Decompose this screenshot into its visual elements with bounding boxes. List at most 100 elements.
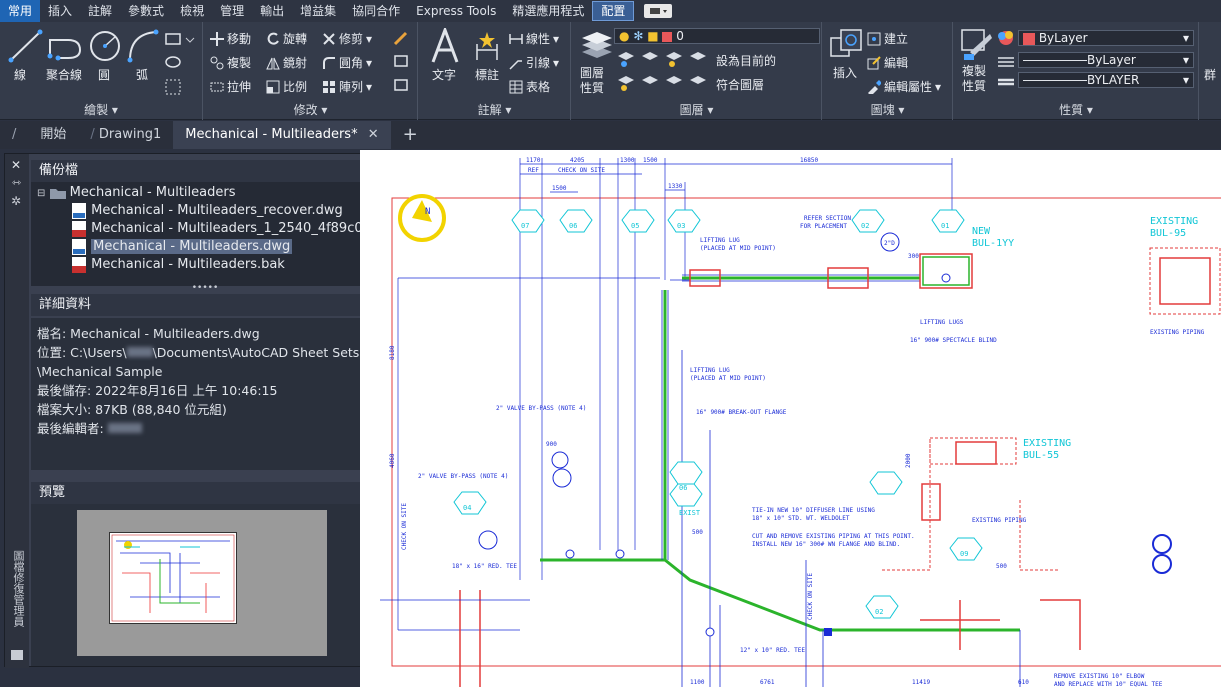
menu-annotate[interactable]: 註解 bbox=[80, 0, 120, 22]
note-red-tee1: 18" x 16" RED. TEE bbox=[452, 563, 517, 570]
dim-11419: 11419 bbox=[912, 679, 930, 686]
table-button[interactable]: 表格 bbox=[509, 78, 550, 95]
color-dropdown[interactable]: ByLayer ▾ bbox=[1018, 30, 1194, 46]
dim-1300: 1300 bbox=[620, 157, 635, 164]
tab-mechanical-multileaders[interactable]: Mechanical - Multileaders* ✕ bbox=[173, 121, 391, 149]
line-button[interactable]: 線 bbox=[14, 66, 26, 83]
dwg-file-icon bbox=[72, 202, 86, 219]
insert-block-button[interactable]: 插入 bbox=[833, 64, 857, 81]
tree-file-row[interactable]: Mechanical - Multileaders_recover.dwg bbox=[31, 202, 379, 220]
layers-panel-title[interactable]: 圖層 ▾ bbox=[572, 101, 821, 118]
menu-view[interactable]: 檢視 bbox=[172, 0, 212, 22]
menu-express-tools[interactable]: Express Tools bbox=[408, 0, 504, 22]
backup-files-header[interactable]: 備份檔▾ bbox=[31, 160, 379, 182]
details-header[interactable]: 詳細資料▾ bbox=[31, 294, 379, 316]
menu-home[interactable]: 常用 bbox=[0, 0, 41, 22]
tree-file-row-selected[interactable]: Mechanical - Multileaders.dwg bbox=[31, 238, 379, 256]
folder-icon bbox=[49, 188, 66, 199]
file-tabs: / 開始 / Drawing1 Mechanical - Multileader… bbox=[0, 121, 1221, 149]
polyline-button[interactable]: 聚合線 bbox=[46, 66, 82, 83]
menu-output[interactable]: 輸出 bbox=[252, 0, 292, 22]
set-current-layer-button[interactable]: 設為目前的 bbox=[716, 52, 776, 69]
drawing-canvas[interactable]: N 1170 4205 1300 1500 16850 1500 1330 30… bbox=[360, 150, 1221, 687]
trim-button[interactable]: 修剪 ▾ bbox=[322, 30, 372, 47]
polyline-icon bbox=[47, 39, 82, 61]
linear-dim-icon bbox=[509, 32, 523, 46]
menu-layout[interactable]: 配置 bbox=[592, 1, 635, 21]
menu-manage[interactable]: 管理 bbox=[212, 0, 252, 22]
preview-header[interactable]: 預覽▾ bbox=[31, 482, 379, 504]
tag-02b: 02 bbox=[875, 608, 883, 616]
autohide-icon[interactable]: ⇿ bbox=[12, 176, 21, 189]
lineweight-dropdown[interactable]: BYLAYER ▾ bbox=[1018, 72, 1194, 88]
tag-06: 06 bbox=[569, 222, 577, 230]
edit-block-icon bbox=[867, 55, 881, 70]
dimension-button[interactable]: 標註 bbox=[475, 66, 499, 83]
linetype-dropdown[interactable]: ByLayer ▾ bbox=[1018, 52, 1194, 68]
mirror-button[interactable]: 鏡射 bbox=[266, 54, 307, 71]
existing-bul95-label: EXISTING BUL-95 bbox=[1150, 216, 1198, 239]
modify-panel-title[interactable]: 修改 ▾ bbox=[204, 101, 417, 118]
ribbon-toggle-button[interactable] bbox=[644, 4, 673, 18]
splitter-handle[interactable]: ••••• bbox=[31, 284, 379, 293]
rotate-button[interactable]: 旋轉 bbox=[266, 30, 307, 47]
tab-start[interactable]: 開始 bbox=[28, 121, 78, 149]
palette-titlebar: ✕ ⇿ ✲ 圖檔修復管理員 bbox=[5, 154, 29, 668]
insert-block-icon bbox=[830, 29, 862, 57]
dim-500b: 500 bbox=[692, 529, 703, 536]
text-button[interactable]: 文字 bbox=[432, 66, 456, 83]
groups-button[interactable]: 群 bbox=[1204, 66, 1216, 83]
arc-button[interactable]: 弧 bbox=[136, 66, 148, 83]
note-breakout-flange: 16" 900# BREAK-OUT FLANGE bbox=[696, 409, 787, 416]
properties-panel-title[interactable]: 性質 ▾ bbox=[954, 101, 1198, 118]
menu-featured-apps[interactable]: 精選應用程式 bbox=[504, 0, 592, 22]
bulb-icon: ● bbox=[619, 29, 630, 43]
plus-icon: + bbox=[402, 124, 418, 145]
collapse-icon[interactable]: ⊟ bbox=[37, 188, 45, 199]
draw-panel: 線 聚合線 圓 弧 繪製 ▾ bbox=[0, 22, 203, 120]
properties-panel: 複製 性質 ByLayer ▾ ByLayer ▾ BYLAYER ▾ 性質 ▾ bbox=[954, 22, 1199, 120]
draw-panel-title[interactable]: 繪製 ▾ bbox=[0, 101, 202, 118]
tree-file-row[interactable]: Mechanical - Multileaders.bak bbox=[31, 256, 379, 274]
leader-button[interactable]: 引線 ▾ bbox=[509, 54, 559, 71]
tree-root[interactable]: ⊟ Mechanical - Multileaders bbox=[31, 184, 379, 202]
block-panel-title[interactable]: 圖塊 ▾ bbox=[823, 101, 952, 118]
edit-block-button[interactable]: 編輯 bbox=[867, 54, 908, 71]
tab-drawing1[interactable]: / Drawing1 bbox=[78, 121, 173, 149]
preview-frame bbox=[77, 510, 327, 656]
stretch-button[interactable]: 拉伸 bbox=[210, 78, 251, 95]
edit-attributes-button[interactable]: 編輯屬性 ▾ bbox=[867, 78, 941, 96]
menu-insert[interactable]: 插入 bbox=[40, 0, 80, 22]
create-block-button[interactable]: 建立 bbox=[867, 30, 908, 47]
new-tab-button[interactable]: + bbox=[391, 121, 430, 149]
move-button[interactable]: 移動 bbox=[210, 30, 251, 47]
linetype-sample bbox=[1023, 60, 1087, 61]
tag-04: 04 bbox=[463, 504, 471, 512]
match-properties-button[interactable]: 複製 性質 bbox=[962, 64, 986, 94]
menu-collaborate[interactable]: 協同合作 bbox=[344, 0, 408, 22]
menu-addins[interactable]: 增益集 bbox=[292, 0, 344, 22]
bubble-2d: 2"D bbox=[884, 240, 895, 247]
layer-properties-button[interactable]: 圖層 性質 bbox=[580, 66, 604, 96]
scale-button[interactable]: 比例 bbox=[266, 78, 307, 95]
tree-file-row[interactable]: Mechanical - Multileaders_1_2540_4f89c07… bbox=[31, 220, 406, 238]
annotation-panel-title[interactable]: 註解 ▾ bbox=[419, 101, 570, 118]
match-layer-button[interactable]: 符合圖層 bbox=[716, 76, 764, 93]
sv-file-icon bbox=[72, 220, 86, 237]
array-button[interactable]: 陣列 ▾ bbox=[322, 78, 372, 95]
north-arrow-icon: N bbox=[398, 194, 446, 242]
lineweight-sample bbox=[1023, 80, 1087, 81]
fillet-button[interactable]: 圓角 ▾ bbox=[322, 54, 372, 71]
menu-bar: 常用 插入 註解 參數式 檢視 管理 輸出 增益集 協同合作 Express T… bbox=[0, 0, 1221, 22]
layer-dropdown[interactable]: ● ✻ ■ 0 bbox=[614, 28, 820, 44]
close-icon[interactable]: ✕ bbox=[11, 158, 21, 172]
close-icon[interactable]: ✕ bbox=[368, 127, 379, 142]
menu-parametric[interactable]: 參數式 bbox=[120, 0, 172, 22]
circle-button[interactable]: 圓 bbox=[98, 66, 110, 83]
gear-icon[interactable]: ✲ bbox=[11, 194, 21, 208]
copy-button[interactable]: 複製 bbox=[210, 54, 251, 71]
linear-dim-button[interactable]: 線性 ▾ bbox=[509, 30, 559, 47]
tag-01: 01 bbox=[941, 222, 949, 230]
sun-icon: ✻ bbox=[633, 29, 644, 43]
tab-menu-icon[interactable]: / bbox=[0, 121, 28, 149]
